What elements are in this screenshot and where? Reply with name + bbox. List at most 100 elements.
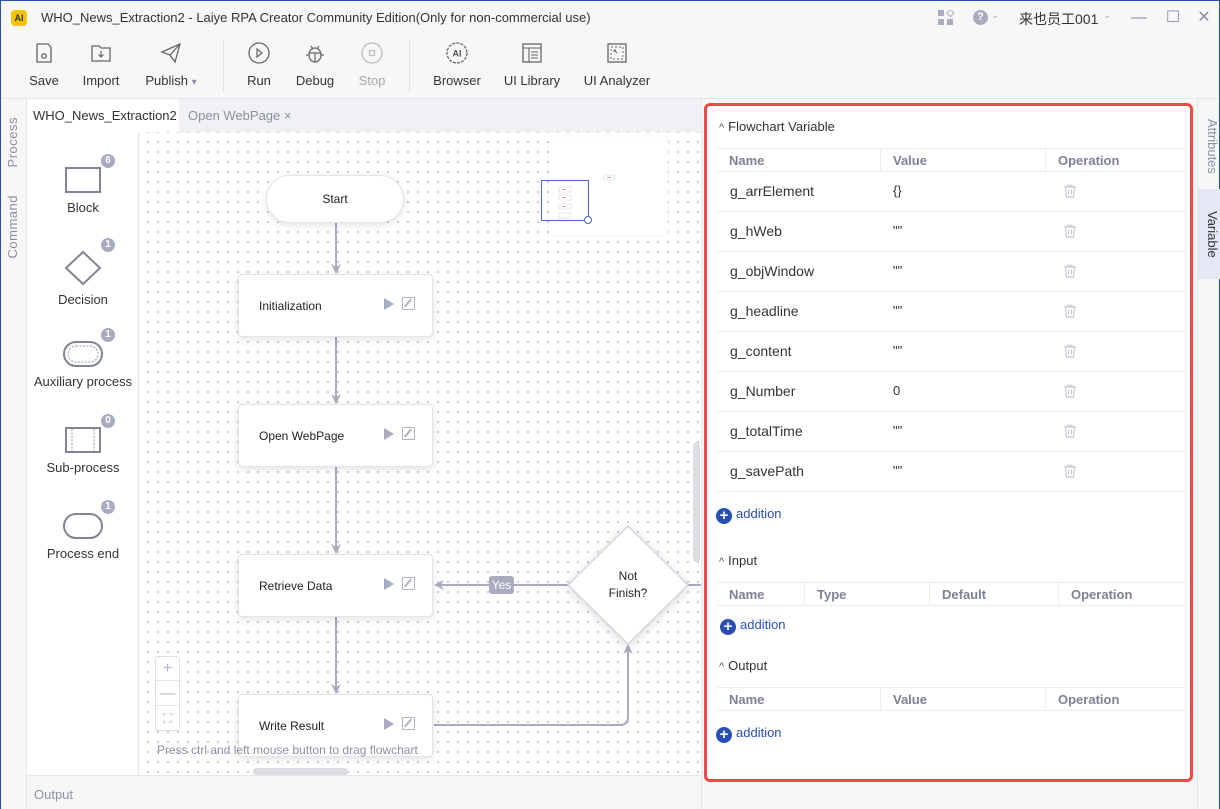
help-icon[interactable]: ? xyxy=(973,10,988,25)
collapse-caret-icon[interactable]: ^ xyxy=(719,661,724,673)
delete-trash-icon[interactable] xyxy=(1062,303,1078,319)
maximize-button[interactable]: ☐ xyxy=(1161,6,1185,30)
palette-label: Block xyxy=(67,200,99,215)
variable-name[interactable]: g_objWindow xyxy=(730,263,814,279)
close-button[interactable]: ✕ xyxy=(1192,6,1216,30)
count-badge: 0 xyxy=(101,414,115,428)
output-tab[interactable]: Output xyxy=(34,787,73,802)
run-block-icon[interactable] xyxy=(384,298,394,310)
block-node-open-webpage[interactable]: Open WebPage xyxy=(238,404,433,467)
section-input[interactable]: ^ Input xyxy=(719,553,757,568)
section-flowchart-variable[interactable]: ^ Flowchart Variable xyxy=(719,119,835,134)
delete-trash-icon[interactable] xyxy=(1062,463,1078,479)
delete-trash-icon[interactable] xyxy=(1062,343,1078,359)
section-output[interactable]: ^ Output xyxy=(719,658,767,673)
add-output-button[interactable]: + addition xyxy=(716,725,782,743)
variable-value[interactable]: "" xyxy=(893,223,902,238)
edit-block-icon[interactable] xyxy=(402,717,415,730)
variable-name[interactable]: g_hWeb xyxy=(730,223,782,239)
delete-trash-icon[interactable] xyxy=(1062,383,1078,399)
add-label: addition xyxy=(740,617,786,632)
block-shape-icon xyxy=(65,167,101,193)
variable-value[interactable]: "" xyxy=(893,463,902,478)
variable-row[interactable]: g_savePath "" xyxy=(717,452,1185,492)
zoom-out-button[interactable]: — xyxy=(156,682,179,706)
edit-block-icon[interactable] xyxy=(402,297,415,310)
palette-item-decision[interactable]: 1 Decision xyxy=(27,238,139,307)
minimap-resize-handle[interactable] xyxy=(584,216,592,224)
variable-row[interactable]: g_objWindow "" xyxy=(717,252,1185,292)
variable-value[interactable]: "" xyxy=(893,343,902,358)
delete-trash-icon[interactable] xyxy=(1062,423,1078,439)
collapse-caret-icon[interactable]: ^ xyxy=(719,556,724,568)
user-menu[interactable]: 来也员工001 xyxy=(1019,9,1098,29)
block-node-retrieve-data[interactable]: Retrieve Data xyxy=(238,554,433,617)
variable-value[interactable]: "" xyxy=(893,423,902,438)
variable-row[interactable]: g_headline "" xyxy=(717,292,1185,332)
output-bar[interactable]: Output xyxy=(27,775,701,809)
delete-trash-icon[interactable] xyxy=(1062,183,1078,199)
variable-name[interactable]: g_savePath xyxy=(730,463,804,479)
variable-row[interactable]: g_Number 0 xyxy=(717,372,1185,412)
stop-button[interactable]: Stop xyxy=(357,41,387,88)
delete-trash-icon[interactable] xyxy=(1062,263,1078,279)
horizontal-scrollbar[interactable] xyxy=(253,768,348,775)
ui-library-button[interactable]: UI Library xyxy=(503,41,561,88)
edit-block-icon[interactable] xyxy=(402,577,415,590)
debug-button[interactable]: Debug xyxy=(294,41,336,88)
palette-item-block[interactable]: 6 Block xyxy=(27,154,139,215)
run-label: Run xyxy=(247,73,271,88)
run-block-icon[interactable] xyxy=(384,718,394,730)
delete-trash-icon[interactable] xyxy=(1062,223,1078,239)
run-block-icon[interactable] xyxy=(384,578,394,590)
start-node[interactable]: Start xyxy=(266,175,404,223)
publish-button[interactable]: Publish ▾ xyxy=(143,41,199,88)
tab-close-icon[interactable]: × xyxy=(284,108,292,123)
add-input-button[interactable]: + addition xyxy=(720,617,786,635)
side-tab-process[interactable]: Process xyxy=(5,117,20,167)
zoom-in-button[interactable]: + xyxy=(156,657,179,681)
flowchart-canvas[interactable]: Start Initialization Open WebPage Retrie… xyxy=(140,132,701,775)
variable-name[interactable]: g_arrElement xyxy=(730,183,814,199)
minimize-button[interactable]: — xyxy=(1127,6,1151,30)
vertical-scrollbar[interactable] xyxy=(693,442,700,562)
tab-open-webpage[interactable]: Open WebPage × xyxy=(182,99,298,132)
side-tab-command[interactable]: Command xyxy=(5,195,20,258)
add-flowchart-variable-button[interactable]: + addition xyxy=(716,506,782,524)
variable-row[interactable]: g_hWeb "" xyxy=(717,212,1185,252)
run-button[interactable]: Run xyxy=(246,41,272,88)
palette-item-process-end[interactable]: 1 Process end xyxy=(27,500,139,561)
user-chevron-down-icon[interactable]: ⌄ xyxy=(1103,10,1111,21)
help-chevron-down-icon[interactable]: ⌄ xyxy=(991,10,999,21)
variable-value[interactable]: "" xyxy=(893,263,902,278)
edit-block-icon[interactable] xyxy=(402,427,415,440)
variable-row[interactable]: g_totalTime "" xyxy=(717,412,1185,452)
ui-analyzer-button[interactable]: UI Analyzer xyxy=(583,41,651,88)
collapse-caret-icon[interactable]: ^ xyxy=(719,122,724,134)
variable-value[interactable]: "" xyxy=(893,303,902,318)
palette-item-auxiliary-process[interactable]: 1 Auxiliary process xyxy=(27,328,139,389)
publish-dropdown-icon[interactable]: ▾ xyxy=(192,77,197,88)
section-title: Flowchart Variable xyxy=(728,119,835,134)
variable-name[interactable]: g_content xyxy=(730,343,792,359)
browser-button[interactable]: AI Browser xyxy=(433,41,481,88)
debug-label: Debug xyxy=(295,73,335,88)
variable-row[interactable]: g_arrElement {} xyxy=(717,172,1185,212)
apps-grid-icon[interactable] xyxy=(938,10,954,26)
variable-row[interactable]: g_content "" xyxy=(717,332,1185,372)
run-block-icon[interactable] xyxy=(384,428,394,440)
side-tab-variable[interactable]: Variable xyxy=(1198,189,1220,279)
import-button[interactable]: Import xyxy=(80,41,122,88)
variable-value[interactable]: {} xyxy=(893,183,902,198)
variable-value[interactable]: 0 xyxy=(893,383,900,398)
fit-view-button[interactable]: ⛶ xyxy=(156,707,179,731)
side-tab-attributes[interactable]: Attributes xyxy=(1198,109,1220,184)
block-node-initialization[interactable]: Initialization xyxy=(238,274,433,337)
save-button[interactable]: Save xyxy=(29,41,59,88)
variable-name[interactable]: g_Number xyxy=(730,383,795,399)
variable-name[interactable]: g_totalTime xyxy=(730,423,803,439)
tab-who-news-extraction2[interactable]: WHO_News_Extraction2 xyxy=(27,99,179,132)
minimap-viewport[interactable] xyxy=(541,180,589,221)
palette-item-sub-process[interactable]: 0 Sub-process xyxy=(27,414,139,475)
variable-name[interactable]: g_headline xyxy=(730,303,799,319)
